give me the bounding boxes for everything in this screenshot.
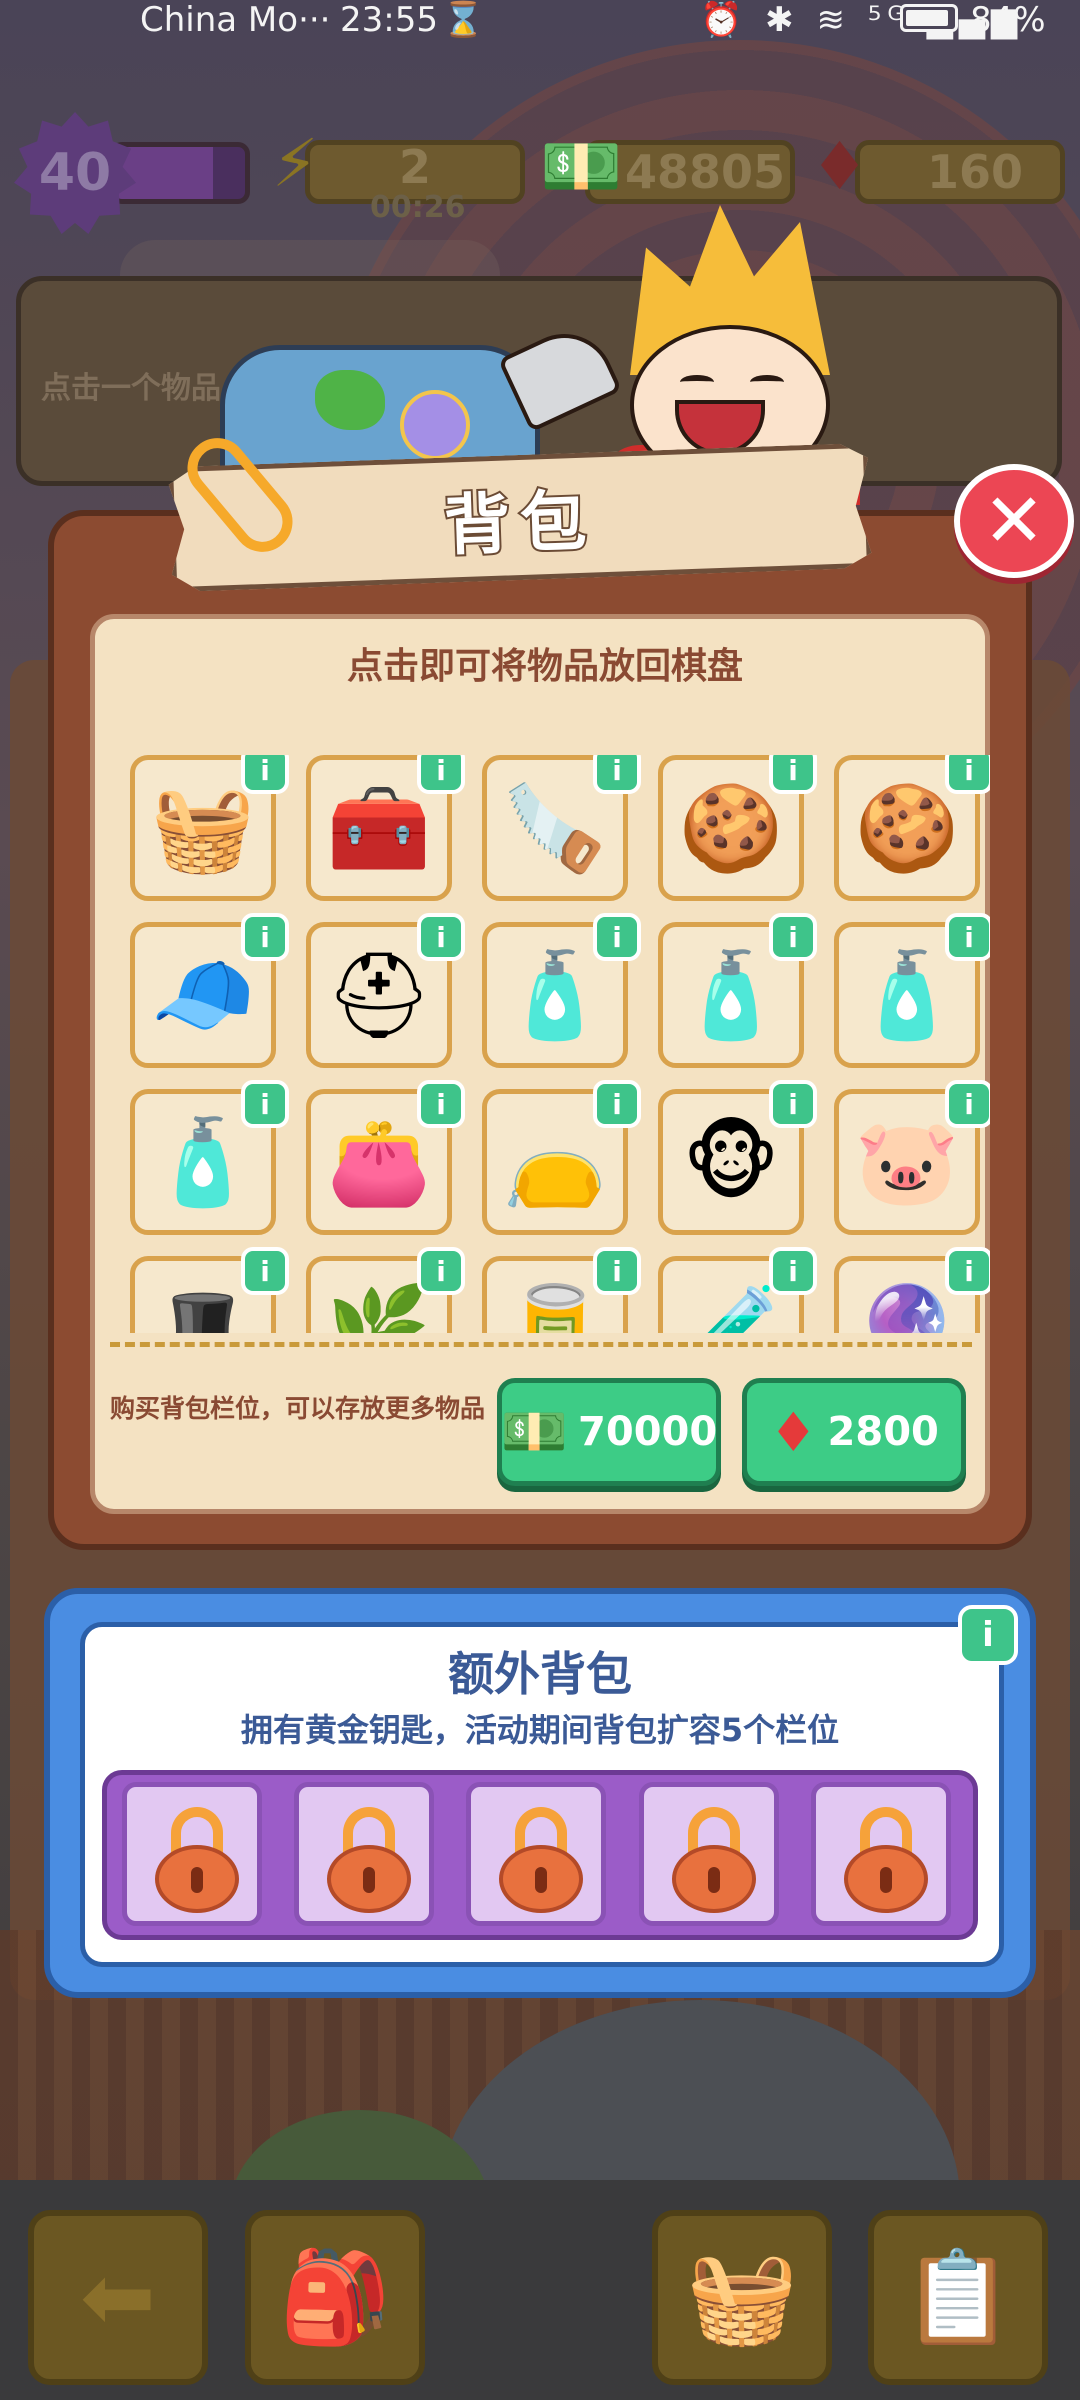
- info-icon[interactable]: i: [945, 913, 990, 961]
- carrier-name: China Mo···: [140, 0, 331, 40]
- backpack-item-slot[interactable]: 🧴 i: [834, 913, 990, 1068]
- ruby-gem-icon: ♦: [810, 128, 870, 205]
- extra-backpack-title: 额外背包: [448, 1647, 632, 1701]
- backpack-item-slot[interactable]: 👛 i: [306, 1080, 465, 1235]
- close-icon: ✕: [982, 478, 1045, 564]
- star-orb-decoration: [400, 390, 470, 460]
- buy-slot-description: 购买背包栏位，可以存放更多物品: [110, 1394, 486, 1423]
- buy-slot-cash-button[interactable]: 💵 70000: [497, 1378, 721, 1486]
- back-arrow-button: ⬅: [28, 2210, 208, 2385]
- backpack-item-slot[interactable]: 🧴 i: [482, 913, 641, 1068]
- info-icon[interactable]: i: [241, 755, 289, 794]
- battery-percent: 84%: [970, 0, 1046, 40]
- info-icon[interactable]: i: [593, 913, 641, 961]
- cash-value: 48805: [624, 145, 786, 199]
- backpack-item-slot[interactable]: 🥫 i: [482, 1247, 641, 1333]
- info-icon[interactable]: i: [417, 913, 465, 961]
- gem-counter[interactable]: 160: [855, 140, 1065, 204]
- locked-slot[interactable]: [639, 1782, 779, 1926]
- leaf-decoration: [315, 370, 385, 430]
- backpack-item-slot[interactable]: 🧰 i: [306, 755, 465, 901]
- buy-gem-price: 2800: [827, 1409, 939, 1455]
- info-icon[interactable]: i: [769, 1247, 817, 1295]
- info-icon[interactable]: i: [593, 1080, 641, 1128]
- battery-icon: [900, 4, 958, 32]
- info-icon[interactable]: i: [241, 1080, 289, 1128]
- locked-slot[interactable]: [294, 1782, 434, 1926]
- backpack-item-slot[interactable]: 🧴 i: [130, 1080, 289, 1235]
- padlock-icon: [499, 1807, 583, 1913]
- info-icon: i: [982, 1615, 994, 1655]
- energy-timer: 00:26: [370, 190, 466, 225]
- info-icon[interactable]: i: [241, 913, 289, 961]
- backpack-item-slot[interactable]: 🧺 i: [130, 755, 289, 901]
- backpack-item-slot[interactable]: 🍪 i: [658, 755, 817, 901]
- backpack-item-slot[interactable]: 🪚 i: [482, 755, 641, 901]
- extra-backpack-subtitle: 拥有黄金钥匙，活动期间背包扩容5个栏位: [240, 1711, 840, 1749]
- energy-value: 2: [398, 140, 431, 194]
- backpack-item-slot[interactable]: 🐷 i: [834, 1080, 990, 1235]
- ruby-gem-icon: ♦: [769, 1400, 818, 1464]
- backpack-item-slot[interactable]: 🔮 i: [834, 1247, 990, 1333]
- clock: 23:55: [340, 0, 438, 40]
- info-icon[interactable]: i: [417, 1247, 465, 1295]
- info-icon[interactable]: i: [241, 1247, 289, 1295]
- backpack-item-slot[interactable]: 🧴 i: [658, 913, 817, 1068]
- backpack-button: 🎒: [245, 2210, 425, 2385]
- info-icon[interactable]: i: [593, 1247, 641, 1295]
- level-number: 40: [38, 143, 112, 203]
- info-icon[interactable]: i: [593, 755, 641, 794]
- buy-cash-price: 70000: [578, 1409, 718, 1455]
- backpack-item-slot[interactable]: 🧪 i: [658, 1247, 817, 1333]
- arrow-left-icon: ⬅: [80, 2245, 156, 2350]
- padlock-icon: [155, 1807, 239, 1913]
- backpack-item-slot[interactable]: ⛑ i: [306, 913, 465, 1068]
- info-icon[interactable]: i: [945, 1080, 990, 1128]
- backpack-item-grid: 🧺 i 🧰 i 🪚 i 🍪 i 🍪 i 🧢 i ⛑ i 🧴 i 🧴 i 🧴 i 🧴 i 👛 i 👝 i 🐵 i 🐷 i 🎩 i 🌿 i 🥫 i 🧪 i 🔮 i: [130, 755, 990, 1333]
- padlock-icon: [844, 1807, 928, 1913]
- backpack-subtitle: 点击即可将物品放回棋盘: [346, 646, 743, 687]
- status-bar: China Mo··· 23:55 ⌛ ⏰ ✱ ≋ ⁵ᴳ ▂▄▆ 84%: [0, 0, 1080, 40]
- close-button[interactable]: ✕: [954, 464, 1074, 578]
- backpack-item-slot[interactable]: 🎩 i: [130, 1247, 289, 1333]
- basket-icon: 🧺: [685, 2245, 799, 2350]
- backpack-item-slot[interactable]: 🍪 i: [834, 755, 990, 901]
- hourglass-icon: ⌛: [442, 0, 485, 40]
- lightning-icon: ⚡: [272, 125, 319, 202]
- padlock-icon: [327, 1807, 411, 1913]
- backpack-item-slot[interactable]: 🧢 i: [130, 913, 289, 1068]
- backpack-item-slot[interactable]: 👝 i: [482, 1080, 641, 1235]
- backpack-item-slot[interactable]: 🌿 i: [306, 1247, 465, 1333]
- locked-slot[interactable]: [466, 1782, 606, 1926]
- locked-slot[interactable]: [811, 1782, 951, 1926]
- backpack-title: 背包: [442, 481, 598, 565]
- info-icon[interactable]: i: [945, 1247, 990, 1295]
- padlock-icon: [672, 1807, 756, 1913]
- backpack-item-slot[interactable]: 🐵 i: [658, 1080, 817, 1235]
- tasks-clipboard-button: 📋: [868, 2210, 1048, 2385]
- info-icon[interactable]: i: [769, 755, 817, 794]
- divider: [110, 1342, 972, 1347]
- info-icon[interactable]: i: [769, 1080, 817, 1128]
- clipboard-star-icon: 📋: [901, 2245, 1015, 2350]
- shop-basket-button: 🧺: [652, 2210, 832, 2385]
- extra-backpack-info-button[interactable]: i: [958, 1605, 1018, 1665]
- backpack-icon: 🎒: [278, 2245, 392, 2350]
- info-icon[interactable]: i: [945, 755, 990, 794]
- info-icon[interactable]: i: [769, 913, 817, 961]
- info-icon[interactable]: i: [417, 1080, 465, 1128]
- gem-value: 160: [926, 145, 1024, 199]
- level-progress-fill: [115, 147, 213, 199]
- info-icon[interactable]: i: [417, 755, 465, 794]
- cash-stack-icon: 💵: [540, 128, 623, 205]
- locked-slot[interactable]: [122, 1782, 262, 1926]
- buy-slot-gem-button[interactable]: ♦ 2800: [742, 1378, 966, 1486]
- cash-stack-icon: 💵: [500, 1400, 569, 1463]
- level-progress-bar: [110, 142, 250, 204]
